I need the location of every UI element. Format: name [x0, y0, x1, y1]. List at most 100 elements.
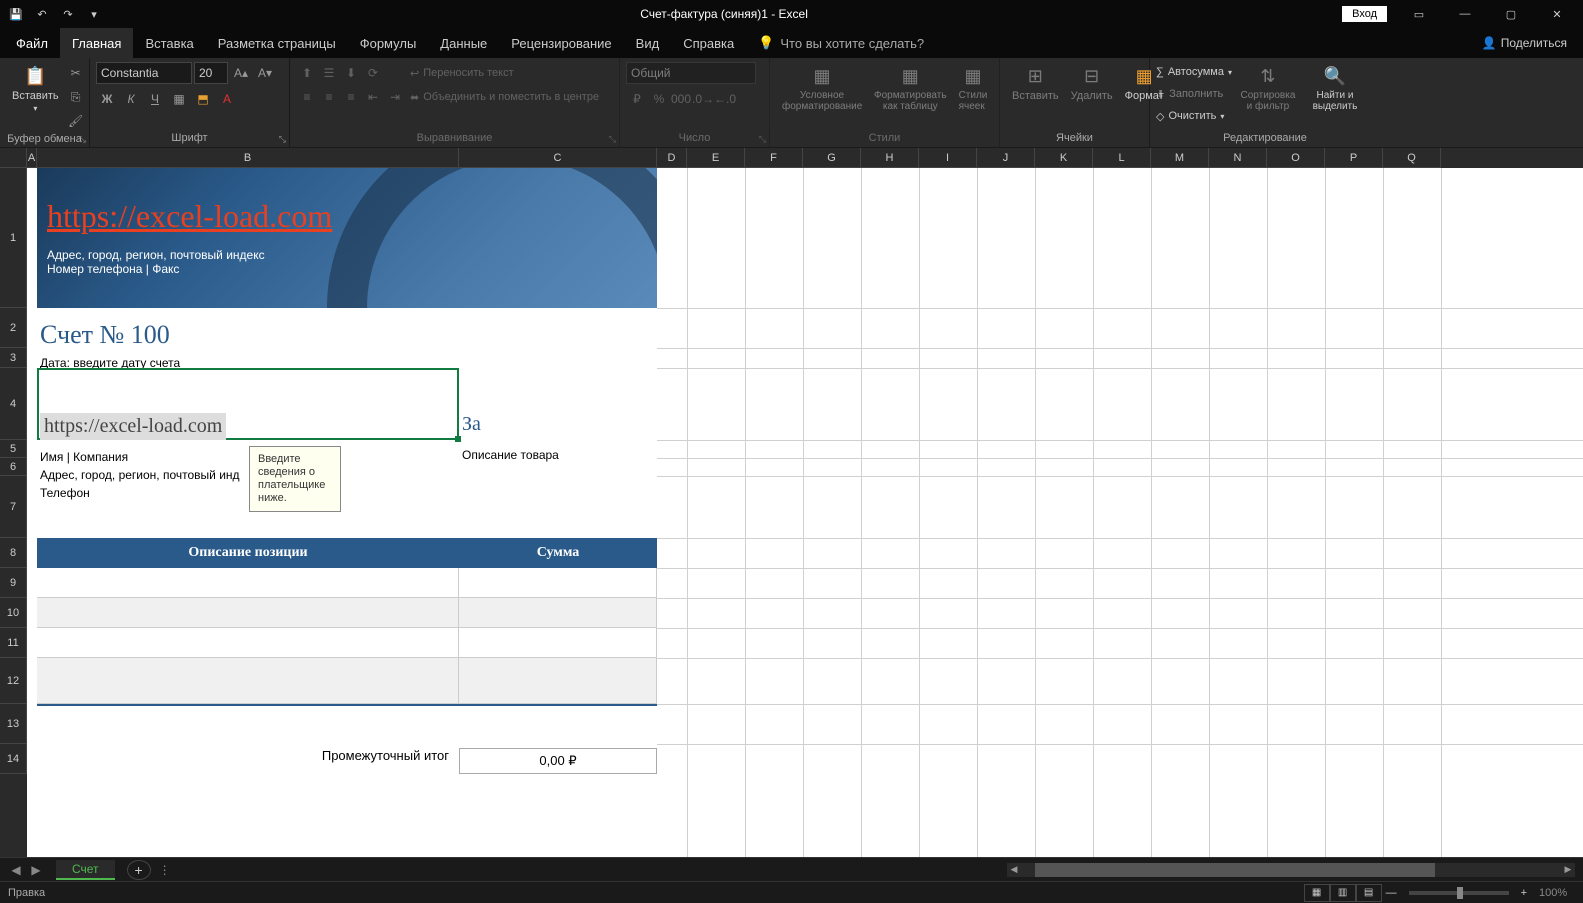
col-header-m[interactable]: M [1151, 148, 1209, 168]
table-row[interactable] [37, 598, 657, 628]
comma-icon[interactable]: 000 [670, 88, 692, 110]
align-left-icon[interactable]: ≡ [296, 86, 318, 108]
zoom-slider[interactable] [1409, 891, 1509, 895]
tab-insert[interactable]: Вставка [133, 28, 205, 58]
fill-button[interactable]: ⬇ Заполнить [1156, 84, 1232, 104]
alignment-launcher-icon[interactable]: ⤡ [609, 134, 616, 145]
align-center-icon[interactable]: ≡ [318, 86, 340, 108]
row-header-9[interactable]: 9 [0, 568, 27, 598]
sheet-next-icon[interactable]: ▶ [28, 863, 44, 877]
row-header-3[interactable]: 3 [0, 348, 27, 368]
hscroll-track[interactable] [1021, 863, 1561, 877]
orientation-icon[interactable]: ⟳ [362, 62, 384, 84]
col-header-n[interactable]: N [1209, 148, 1267, 168]
select-all-corner[interactable] [0, 148, 27, 168]
col-header-b[interactable]: B [37, 148, 459, 168]
copy-icon[interactable]: ⎘ [65, 86, 87, 108]
format-painter-icon[interactable]: 🖌 [65, 110, 87, 132]
view-normal-icon[interactable]: ▦ [1304, 884, 1330, 902]
col-header-a[interactable]: A [27, 148, 37, 168]
col-header-q[interactable]: Q [1383, 148, 1441, 168]
ribbon-display-icon[interactable]: ▭ [1397, 0, 1441, 28]
login-button[interactable]: Вход [1342, 6, 1387, 22]
zoom-out-button[interactable]: — [1382, 887, 1401, 899]
decrease-decimal-icon[interactable]: ←.0 [714, 88, 736, 110]
fill-color-icon[interactable]: ⬒ [192, 88, 214, 110]
number-launcher-icon[interactable]: ⤡ [759, 134, 766, 145]
row-header-2[interactable]: 2 [0, 308, 27, 348]
indent-increase-icon[interactable]: ⇥ [384, 86, 406, 108]
font-name-select[interactable] [96, 62, 192, 84]
tab-formulas[interactable]: Формулы [348, 28, 429, 58]
tab-data[interactable]: Данные [428, 28, 499, 58]
row-header-1[interactable]: 1 [0, 168, 27, 308]
font-size-select[interactable] [194, 62, 228, 84]
clipboard-launcher-icon[interactable]: ⤡ [79, 134, 86, 145]
number-format-select[interactable] [626, 62, 756, 84]
row-header-8[interactable]: 8 [0, 538, 27, 568]
increase-font-icon[interactable]: A▴ [230, 62, 252, 84]
hscroll-thumb[interactable] [1035, 863, 1435, 877]
row-header-10[interactable]: 10 [0, 598, 27, 628]
row-header-5[interactable]: 5 [0, 440, 27, 458]
percent-icon[interactable]: % [648, 88, 670, 110]
col-header-f[interactable]: F [745, 148, 803, 168]
view-page-break-icon[interactable]: ▤ [1356, 884, 1382, 902]
zoom-percent[interactable]: 100% [1531, 887, 1575, 899]
increase-decimal-icon[interactable]: .0→ [692, 88, 714, 110]
font-color-icon[interactable]: A [216, 88, 238, 110]
table-row[interactable] [37, 628, 657, 658]
conditional-formatting-button[interactable]: ▦ Условное форматирование [776, 62, 868, 114]
clear-button[interactable]: ◇ Очистить ▾ [1156, 106, 1232, 126]
row-header-4[interactable]: 4 [0, 368, 27, 440]
close-icon[interactable]: ✕ [1535, 0, 1579, 28]
col-header-p[interactable]: P [1325, 148, 1383, 168]
sheet-tab-active[interactable]: Счет [56, 860, 115, 880]
italic-icon[interactable]: К [120, 88, 142, 110]
cell-styles-button[interactable]: ▦ Стили ячеек [953, 62, 994, 114]
redo-icon[interactable]: ↷ [56, 2, 80, 26]
row-header-11[interactable]: 11 [0, 628, 27, 658]
undo-icon[interactable]: ↶ [30, 2, 54, 26]
scroll-right-icon[interactable]: ▶ [1561, 863, 1575, 877]
tab-help[interactable]: Справка [671, 28, 746, 58]
col-header-g[interactable]: G [803, 148, 861, 168]
align-top-icon[interactable]: ⬆ [296, 62, 318, 84]
col-header-o[interactable]: O [1267, 148, 1325, 168]
wrap-text-button[interactable]: ↩ Переносить текст [410, 62, 599, 84]
qat-dropdown-icon[interactable]: ▾ [82, 2, 106, 26]
tab-review[interactable]: Рецензирование [499, 28, 623, 58]
minimize-icon[interactable]: — [1443, 0, 1487, 28]
tab-file[interactable]: Файл [4, 28, 60, 58]
indent-decrease-icon[interactable]: ⇤ [362, 86, 384, 108]
cells-area[interactable]: https://excel-load.com Адрес, город, рег… [27, 168, 1583, 857]
scroll-left-icon[interactable]: ◀ [1007, 863, 1021, 877]
col-header-l[interactable]: L [1093, 148, 1151, 168]
cut-icon[interactable]: ✂ [65, 62, 87, 84]
find-select-button[interactable]: 🔍 Найти и выделить [1304, 62, 1366, 114]
col-header-k[interactable]: K [1035, 148, 1093, 168]
font-launcher-icon[interactable]: ⤡ [279, 134, 286, 145]
format-table-button[interactable]: ▦ Форматировать как таблицу [868, 62, 953, 114]
row-header-7[interactable]: 7 [0, 476, 27, 538]
tab-page-layout[interactable]: Разметка страницы [206, 28, 348, 58]
row-header-12[interactable]: 12 [0, 658, 27, 704]
autosum-button[interactable]: ∑ Автосумма ▾ [1156, 62, 1232, 82]
currency-icon[interactable]: ₽ [626, 88, 648, 110]
tab-home[interactable]: Главная [60, 28, 133, 58]
row-header-6[interactable]: 6 [0, 458, 27, 476]
tab-view[interactable]: Вид [624, 28, 672, 58]
underline-icon[interactable]: Ч [144, 88, 166, 110]
row-header-14[interactable]: 14 [0, 744, 27, 774]
paste-button[interactable]: 📋 Вставить ▾ [6, 62, 65, 115]
merge-button[interactable]: ⬌ Объединить и поместить в центре [410, 86, 599, 108]
table-row[interactable] [37, 568, 657, 598]
align-bottom-icon[interactable]: ⬇ [340, 62, 362, 84]
share-button[interactable]: 👤 Поделиться [1466, 28, 1583, 58]
col-header-h[interactable]: H [861, 148, 919, 168]
col-header-e[interactable]: E [687, 148, 745, 168]
maximize-icon[interactable]: ▢ [1489, 0, 1533, 28]
sheet-prev-icon[interactable]: ◀ [8, 863, 24, 877]
col-header-j[interactable]: J [977, 148, 1035, 168]
view-page-layout-icon[interactable]: ▥ [1330, 884, 1356, 902]
